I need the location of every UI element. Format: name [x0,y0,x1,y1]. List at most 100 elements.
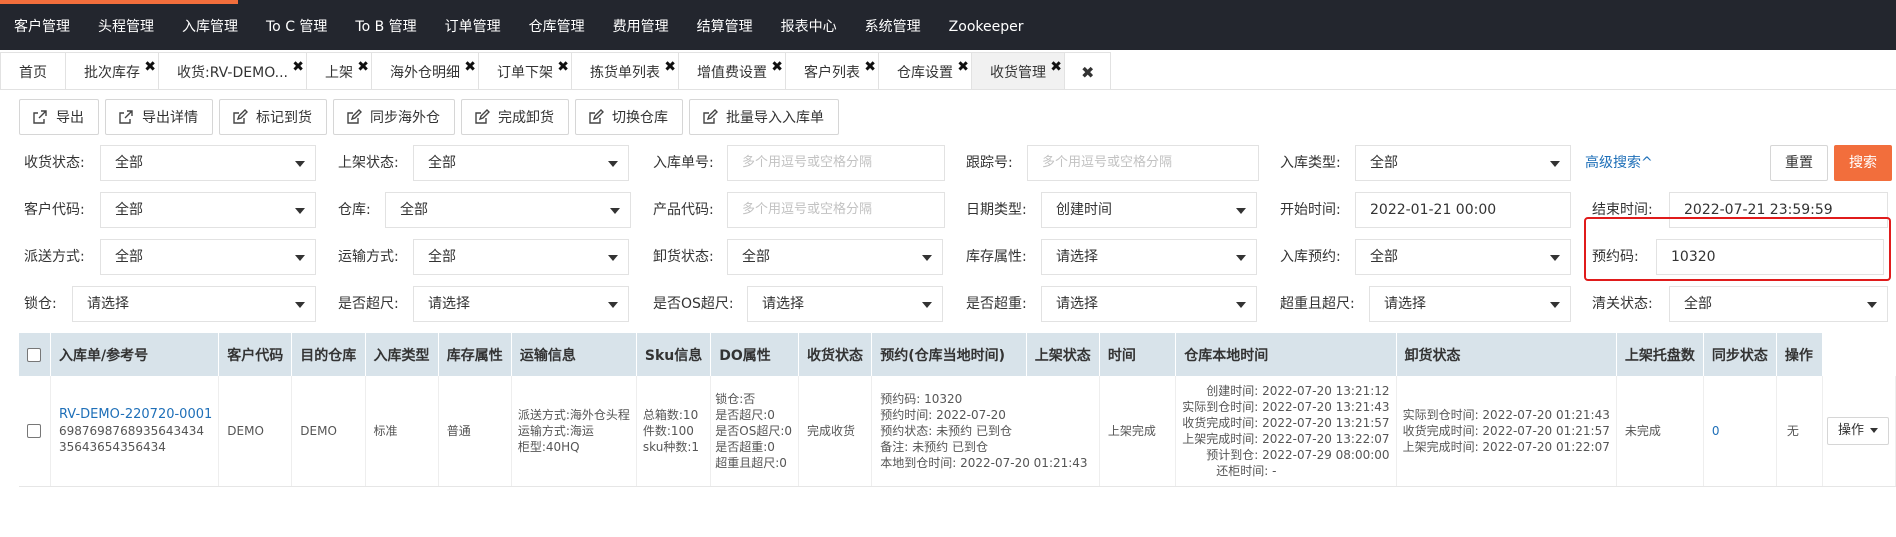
column-header: 运输信息 [511,333,637,376]
oversize-value: 请选择 [428,296,470,312]
local-time-line: 收货完成时间: 2022-07-20 01:21:57 [1402,423,1610,438]
unload-status-cell: 未完成 [1616,376,1704,487]
inbound-no-input[interactable]: 多个用逗号或空格分隔 [727,145,945,181]
overweight-oversize-label: 超重且超尺: [1280,296,1355,312]
receipt-status-cell: 完成收货 [798,376,873,487]
tab-overseas-detail[interactable]: 海外仓明细 ✖ [372,52,479,89]
row-action-dropdown[interactable]: 操作 [1826,416,1889,445]
date-type-select[interactable]: 创建时间 [1041,192,1257,228]
close-icon[interactable]: ✖ [144,47,156,87]
appointment-code-input[interactable]: 10320 [1656,239,1884,275]
inbound-no-label: 入库单号: [653,155,714,171]
start-time-label: 开始时间: [1280,202,1341,218]
search-button[interactable]: 搜索 [1834,145,1892,181]
local-time-line: 实际到仓时间: 2022-07-20 01:21:43 [1402,407,1610,422]
end-time-input[interactable]: 2022-07-21 23:59:59 [1669,192,1888,228]
shelf-status-select[interactable]: 全部 [413,145,629,181]
unload-status-label: 卸货状态: [653,249,714,265]
close-icon[interactable]: ✖ [771,47,783,87]
nav-item-system[interactable]: 系统管理 [851,0,935,50]
close-icon[interactable]: ✖ [292,47,304,87]
start-time-input[interactable]: 2022-01-21 00:00 [1355,192,1571,228]
customs-status-select[interactable]: 全部 [1669,286,1888,322]
export-icon [119,110,133,124]
tab-label: 拣货单列表 [590,65,660,81]
appointment-code-label: 预约码: [1592,249,1639,265]
select-all-checkbox[interactable] [27,347,42,362]
top-navigation: 客户管理 头程管理 入库管理 To C 管理 To B 管理 订单管理 仓库管理… [0,0,1896,50]
delivery-method-select[interactable]: 全部 [100,239,316,275]
overweight-oversize-select[interactable]: 请选择 [1369,286,1571,322]
nav-item-zookeeper[interactable]: Zookeeper [935,0,1038,50]
tab-home[interactable]: 首页 [0,52,66,89]
row-checkbox[interactable] [27,424,42,439]
transport-method-select[interactable]: 全部 [413,239,629,275]
column-header: Sku信息 [636,333,712,376]
tab-receipt-detail[interactable]: 收货:RV-DEMO... ✖ [159,52,307,89]
close-icon[interactable]: ✖ [464,47,476,87]
warehouse-label: 仓库: [338,202,371,218]
batch-import-button[interactable]: 批量导入入库单 [689,99,839,135]
receipt-status-select[interactable]: 全部 [100,145,316,181]
close-icon[interactable]: ✖ [957,47,969,87]
export-details-button[interactable]: 导出详情 [105,99,213,135]
nav-item-orders[interactable]: 订单管理 [431,0,515,50]
product-code-input[interactable]: 多个用逗号或空格分隔 [727,192,945,228]
sync-status-cell: 无 [1776,376,1823,487]
customer-code-select[interactable]: 全部 [100,192,316,228]
shelf-status-label: 上架状态: [338,155,399,171]
sync-overseas-button[interactable]: 同步海外仓 [333,99,455,135]
mark-arrived-button[interactable]: 标记到货 [219,99,327,135]
nav-item-first-leg[interactable]: 头程管理 [84,0,168,50]
close-icon[interactable]: ✖ [357,47,369,87]
finish-unloading-button[interactable]: 完成卸货 [461,99,569,135]
tab-order-offshelf[interactable]: 订单下架 ✖ [479,52,572,89]
close-icon[interactable]: ✖ [664,47,676,87]
nav-item-customers[interactable]: 客户管理 [0,0,84,50]
os-oversize-select[interactable]: 请选择 [747,286,943,322]
inbound-appointment-select[interactable]: 全部 [1355,239,1571,275]
nav-item-to-b[interactable]: To B 管理 [341,0,430,50]
close-all-tabs-icon[interactable]: ✖ [1065,52,1112,89]
warehouse-select[interactable]: 全部 [385,192,631,228]
column-header: 收货状态 [798,333,873,376]
tab-picking-list[interactable]: 拣货单列表 ✖ [572,52,679,89]
nav-item-settlement[interactable]: 结算管理 [683,0,767,50]
nav-item-inbound[interactable]: 入库管理 [168,0,252,50]
nav-item-warehouse[interactable]: 仓库管理 [515,0,599,50]
end-time-label: 结束时间: [1592,202,1653,218]
tab-shelving[interactable]: 上架 ✖ [307,52,372,89]
close-icon[interactable]: ✖ [1050,47,1062,87]
tab-receipt-management[interactable]: 收货管理 ✖ [972,52,1065,89]
overweight-select[interactable]: 请选择 [1041,286,1257,322]
export-button-label: 导出 [56,110,84,126]
action-toolbar: 导出 导出详情 标记到货 同步海外仓 完成卸货 切换仓库 批量导入入库单 [19,99,839,135]
switch-warehouse-button[interactable]: 切换仓库 [575,99,683,135]
reset-button[interactable]: 重置 [1770,145,1828,181]
nav-item-to-c[interactable]: To C 管理 [252,0,341,50]
unload-status-select[interactable]: 全部 [727,239,943,275]
nav-item-fees[interactable]: 费用管理 [599,0,683,50]
tab-value-added-fee[interactable]: 增值费设置 ✖ [679,52,786,89]
column-header: 入库类型 [365,333,439,376]
chevron-down-icon [1236,255,1246,261]
tracking-no-input[interactable]: 多个用逗号或空格分隔 [1027,145,1259,181]
order-no-link[interactable]: RV-DEMO-220720-0001 [59,407,212,423]
inbound-type-select[interactable]: 全部 [1355,145,1571,181]
export-button[interactable]: 导出 [19,99,99,135]
tab-warehouse-settings[interactable]: 仓库设置 ✖ [879,52,972,89]
nav-item-reports[interactable]: 报表中心 [767,0,851,50]
oversize-select[interactable]: 请选择 [413,286,629,322]
close-icon[interactable]: ✖ [557,47,569,87]
close-icon[interactable]: ✖ [864,47,876,87]
lock-warehouse-select[interactable]: 请选择 [72,286,316,322]
tab-label: 仓库设置 [897,65,953,81]
appointment-line: 备注: 未预约 已到仓 [880,439,988,454]
pallets-link[interactable]: 0 [1712,424,1720,438]
tab-customer-list[interactable]: 客户列表 ✖ [786,52,879,89]
column-header: 操作 [1776,333,1823,376]
edit-icon [233,109,248,124]
advanced-search-link[interactable]: 高级搜索^ [1585,145,1653,181]
tab-batch-inventory[interactable]: 批次库存 ✖ [66,52,159,89]
stock-attr-select[interactable]: 请选择 [1041,239,1257,275]
